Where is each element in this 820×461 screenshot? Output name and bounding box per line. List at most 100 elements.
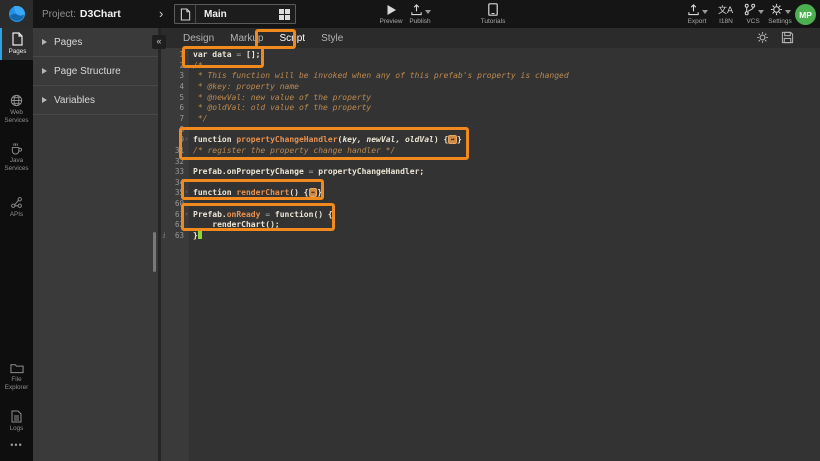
line-number-3: 3 (161, 70, 189, 81)
i18n-button[interactable]: 文A I18N (712, 3, 740, 27)
code-line-32 (193, 156, 820, 167)
code-line-1: var data = []; (193, 49, 820, 60)
line-number-34: 34 (161, 177, 189, 188)
settings-label: Settings (768, 18, 792, 25)
panel-item-variables[interactable]: Variables (33, 86, 158, 115)
wavemaker-studio: Project: D3Chart › Main Preview Publish … (0, 0, 820, 461)
publish-label: Publish (409, 18, 430, 25)
folder-icon (10, 362, 24, 374)
settings-caret-icon (785, 10, 791, 14)
rail-item-web-services[interactable]: Web Services (0, 90, 33, 129)
line-number-31: 31 (161, 145, 189, 156)
line-number-7: 7 (161, 113, 189, 124)
line-number-33: 33 (161, 166, 189, 177)
code-line-9: function propertyChangeHandler(key, newV… (193, 134, 820, 145)
code-line-5: * @newVal: new value of the property (193, 92, 820, 103)
page-icon (11, 32, 24, 46)
text-cursor (198, 231, 202, 240)
export-button[interactable]: Export (680, 3, 714, 27)
panel-collapse-button[interactable]: « (152, 35, 166, 49)
rail-item-file-explorer[interactable]: File Explorer (0, 358, 33, 396)
page-doc-icon (175, 5, 196, 23)
left-rail: Pages Web Services Java Services APIs File E… (0, 28, 33, 461)
line-number-63: i63 (161, 230, 189, 241)
panel-item-label: Variables (54, 95, 95, 106)
line-number-35: 35› (161, 187, 189, 198)
code-line-31: /* register the property change handler … (193, 145, 820, 156)
expand-triangle-icon (42, 68, 47, 74)
preview-label: Preview (379, 18, 402, 25)
svg-text:文A: 文A (718, 4, 734, 16)
panel-item-pages[interactable]: Pages (33, 28, 158, 57)
export-caret-icon (702, 10, 708, 14)
save-icon[interactable] (781, 31, 794, 44)
pages-panel: Pages Page Structure Variables (33, 28, 158, 461)
code-editor[interactable]: 123456789›3132333435›6061›62i63 var data… (161, 48, 820, 461)
page-selector[interactable]: Main (174, 4, 296, 24)
line-number-5: 5 (161, 92, 189, 103)
line-number-1: 1 (161, 49, 189, 60)
publish-upload-icon (410, 3, 423, 16)
main-area: DesignMarkupScriptStyle 123456789›313233… (161, 28, 820, 461)
code-line-33: Prefab.onPropertyChange = propertyChange… (193, 166, 820, 177)
editor-tabbar: Design Markup Script Style (161, 28, 820, 48)
globe-icon (10, 94, 23, 107)
page-grid-icon[interactable] (279, 9, 290, 20)
i18n-label: I18N (719, 18, 733, 25)
fold-marker-icon[interactable]: › (184, 134, 188, 145)
code-line-4: * @key: property name (193, 81, 820, 92)
fold-marker-icon[interactable]: › (184, 187, 188, 198)
rail-item-label: Logs (10, 425, 24, 433)
code-line-8 (193, 124, 820, 135)
rail-more-button[interactable]: ••• (0, 440, 33, 454)
line-number-62: 62 (161, 219, 189, 230)
editor-settings-gear-icon[interactable] (756, 31, 769, 44)
publish-button[interactable]: Publish (402, 3, 438, 27)
settings-gear-icon (770, 3, 783, 16)
fold-marker-icon[interactable]: › (184, 209, 188, 220)
expand-triangle-icon (42, 97, 47, 103)
rail-item-java-services[interactable]: Java Services (0, 138, 33, 177)
panel-separator[interactable] (158, 28, 161, 461)
gutter-info-marker: i (163, 230, 165, 241)
tab-style[interactable]: Style (321, 33, 343, 44)
rail-item-pages[interactable]: Pages (0, 28, 33, 60)
code-line-61: Prefab.onReady = function() { (193, 209, 820, 220)
line-number-61: 61› (161, 209, 189, 220)
line-number-6: 6 (161, 102, 189, 113)
user-avatar[interactable]: MP (795, 4, 816, 25)
rail-item-label: Pages (9, 48, 27, 56)
code-line-7: */ (193, 113, 820, 124)
project-name: D3Chart (80, 8, 121, 20)
project-label: Project: (42, 9, 76, 20)
rail-item-label: APIs (10, 211, 23, 219)
panel-item-page-structure[interactable]: Page Structure (33, 57, 158, 86)
project-breadcrumb: Project: D3Chart (42, 0, 121, 28)
panel-item-label: Pages (54, 37, 82, 48)
rail-item-apis[interactable]: APIs (0, 192, 33, 223)
code-area[interactable]: var data = [];/* * This function will be… (189, 48, 820, 461)
folded-code-widget[interactable]: ↔ (309, 188, 318, 197)
code-line-2: /* (193, 60, 820, 71)
rail-item-label: Java Services (0, 157, 33, 173)
export-label: Export (688, 18, 707, 25)
tab-design[interactable]: Design (183, 33, 214, 44)
folded-code-widget[interactable]: ↔ (448, 135, 457, 144)
code-line-63: } (193, 230, 820, 241)
line-number-4: 4 (161, 81, 189, 92)
line-number-2: 2 (161, 60, 189, 71)
wavemaker-logo-icon (8, 5, 26, 23)
line-number-60: 60 (161, 198, 189, 209)
panel-scrollbar[interactable] (153, 232, 156, 272)
tab-markup[interactable]: Markup (230, 33, 263, 44)
logs-icon (11, 410, 22, 423)
app-logo[interactable] (0, 0, 33, 28)
code-line-60 (193, 198, 820, 209)
panel-item-label: Page Structure (54, 66, 121, 77)
tutorials-button[interactable]: Tutorials (476, 3, 510, 27)
preview-play-icon (386, 3, 397, 16)
rail-item-logs[interactable]: Logs (0, 406, 33, 437)
expand-triangle-icon (42, 39, 47, 45)
tab-script[interactable]: Script (280, 33, 306, 44)
settings-button[interactable]: Settings (763, 3, 797, 27)
